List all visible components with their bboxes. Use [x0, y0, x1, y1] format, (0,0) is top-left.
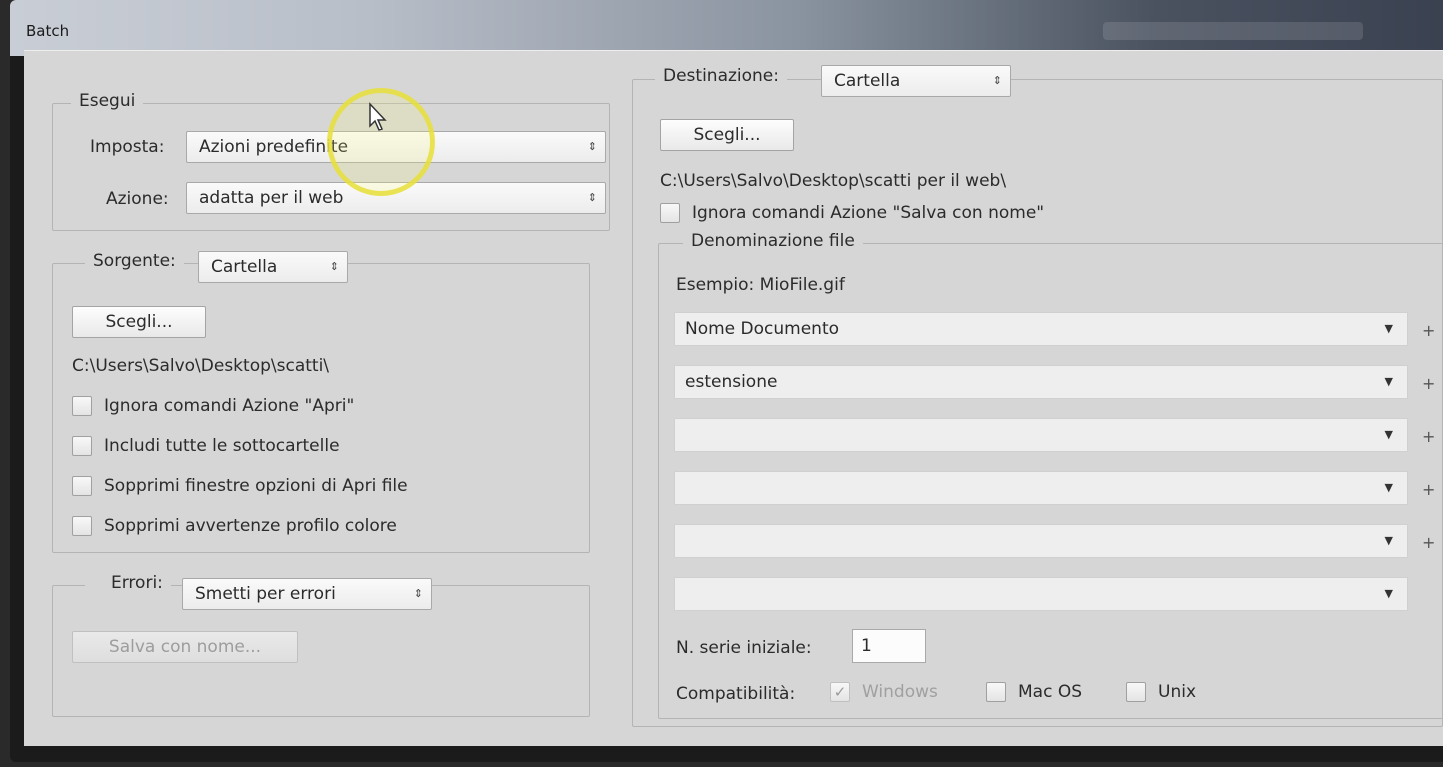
select-arrows-icon: ⇕ [329, 260, 339, 273]
include-subfolders-option[interactable]: Includi tutte le sottocartelle [72, 436, 340, 456]
batch-window: Batch Esegui Imposta: Azioni predefinite… [10, 0, 1443, 762]
compat-windows-checkbox[interactable]: ✓ [830, 682, 850, 702]
errori-select[interactable]: Smetti per errori ⇕ [182, 578, 432, 610]
batch-dialog: Esegui Imposta: Azioni predefinite ⇕ Azi… [24, 50, 1443, 746]
imposta-label: Imposta: [90, 137, 165, 157]
include-subfolders-checkbox[interactable] [72, 436, 92, 456]
compat-unix-option[interactable]: Unix [1126, 682, 1196, 702]
esegui-legend: Esegui [79, 91, 136, 111]
dropdown-arrow-icon: ▼ [1384, 587, 1393, 600]
save-as-button[interactable]: Salva con nome... [72, 631, 298, 663]
compat-macos-option[interactable]: Mac OS [986, 682, 1082, 702]
destinazione-select-value: Cartella [834, 71, 901, 91]
add-field-button-5[interactable]: + [1422, 533, 1435, 552]
destinazione-label: Destinazione: [663, 66, 779, 86]
select-arrows-icon: ⇕ [587, 191, 597, 204]
include-subfolders-label: Includi tutte le sottocartelle [104, 436, 340, 456]
naming-field-2[interactable]: estensione ▼ [674, 365, 1408, 399]
window-title: Batch [26, 22, 70, 40]
compat-label: Compatibilità: [676, 684, 796, 704]
suppress-open-dialogs-label: Sopprimi finestre opzioni di Apri file [104, 476, 408, 496]
suppress-open-dialogs-option[interactable]: Sopprimi finestre opzioni di Apri file [72, 476, 408, 496]
azione-select-value: adatta per il web [199, 188, 344, 208]
add-field-button-4[interactable]: + [1422, 480, 1435, 499]
add-field-button-1[interactable]: + [1422, 321, 1435, 340]
naming-field-5[interactable]: ▼ [674, 524, 1408, 558]
add-field-button-2[interactable]: + [1422, 374, 1435, 393]
suppress-color-warnings-label: Sopprimi avvertenze profilo colore [104, 516, 397, 536]
naming-field-2-value: estensione [685, 372, 778, 392]
dropdown-arrow-icon: ▼ [1384, 375, 1393, 388]
suppress-color-warnings-option[interactable]: Sopprimi avvertenze profilo colore [72, 516, 397, 536]
naming-field-3[interactable]: ▼ [674, 418, 1408, 452]
sorgente-label: Sorgente: [93, 251, 176, 271]
add-field-button-3[interactable]: + [1422, 427, 1435, 446]
sorgente-choose-button[interactable]: Scegli... [72, 306, 206, 338]
ignore-open-checkbox[interactable] [72, 396, 92, 416]
naming-field-4[interactable]: ▼ [674, 471, 1408, 505]
ignore-open-option[interactable]: Ignora comandi Azione "Apri" [72, 396, 354, 416]
serial-input[interactable]: 1 [852, 629, 926, 663]
suppress-open-dialogs-checkbox[interactable] [72, 476, 92, 496]
ignore-save-label: Ignora comandi Azione "Salva con nome" [692, 203, 1045, 223]
destinazione-choose-button[interactable]: Scegli... [660, 119, 794, 151]
compat-unix-label: Unix [1158, 682, 1197, 702]
mouse-pointer-icon [369, 102, 387, 131]
dropdown-arrow-icon: ▼ [1384, 534, 1393, 547]
select-arrows-icon: ⇕ [992, 74, 1002, 87]
filename-example: Esempio: MioFile.gif [676, 275, 845, 295]
compat-macos-label: Mac OS [1018, 682, 1083, 702]
destinazione-path: C:\Users\Salvo\Desktop\scatti per il web… [660, 171, 1007, 191]
errori-select-value: Smetti per errori [195, 584, 336, 604]
naming-field-1-value: Nome Documento [685, 319, 840, 339]
naming-field-6[interactable]: ▼ [674, 577, 1408, 611]
denominazione-legend: Denominazione file [691, 231, 855, 251]
errori-label: Errori: [111, 573, 163, 593]
select-arrows-icon: ⇕ [587, 140, 597, 153]
title-bar[interactable]: Batch [10, 0, 1443, 56]
dropdown-arrow-icon: ▼ [1384, 428, 1393, 441]
compat-windows-option[interactable]: ✓ Windows [830, 682, 938, 702]
ignore-save-option[interactable]: Ignora comandi Azione "Salva con nome" [660, 203, 1044, 223]
sorgente-select[interactable]: Cartella ⇕ [198, 251, 348, 283]
sorgente-select-value: Cartella [211, 257, 278, 277]
select-arrows-icon: ⇕ [413, 587, 423, 600]
destinazione-select[interactable]: Cartella ⇕ [821, 65, 1011, 97]
compat-windows-label: Windows [862, 682, 938, 702]
dropdown-arrow-icon: ▼ [1384, 481, 1393, 494]
dropdown-arrow-icon: ▼ [1384, 322, 1393, 335]
suppress-color-warnings-checkbox[interactable] [72, 516, 92, 536]
naming-field-1[interactable]: Nome Documento ▼ [674, 312, 1408, 346]
sorgente-path: C:\Users\Salvo\Desktop\scatti\ [72, 356, 330, 376]
serial-label: N. serie iniziale: [676, 638, 812, 658]
title-bar-controls [1103, 22, 1363, 40]
compat-macos-checkbox[interactable] [986, 682, 1006, 702]
ignore-save-checkbox[interactable] [660, 203, 680, 223]
imposta-select-value: Azioni predefinite [199, 137, 349, 157]
azione-label: Azione: [106, 189, 169, 209]
ignore-open-label: Ignora comandi Azione "Apri" [104, 396, 355, 416]
compat-unix-checkbox[interactable] [1126, 682, 1146, 702]
